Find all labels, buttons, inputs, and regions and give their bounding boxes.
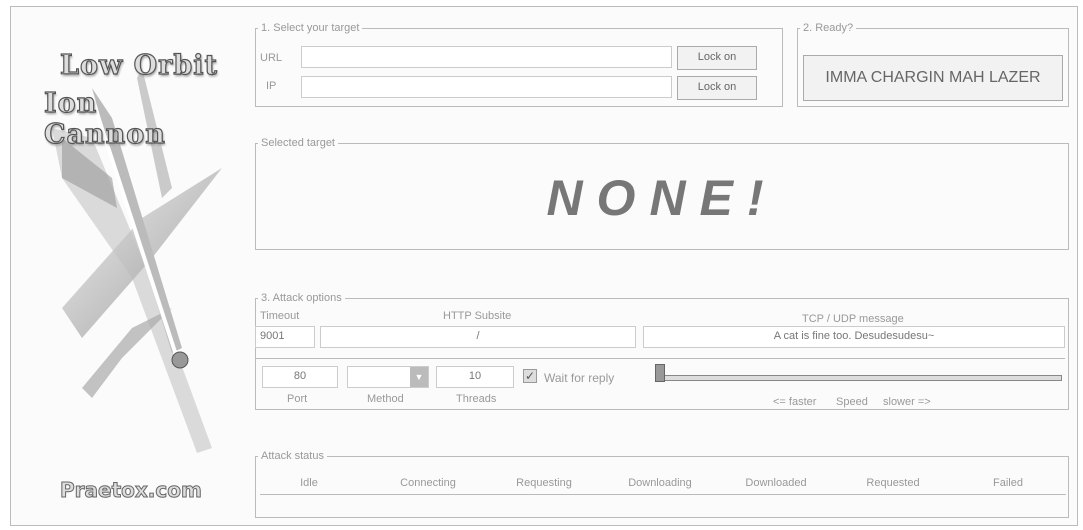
status-col-idle: Idle (300, 477, 318, 489)
status-col-connecting: Connecting (400, 477, 456, 489)
ip-input[interactable] (301, 76, 672, 98)
ready-legend: 2. Ready? (803, 22, 854, 34)
lock-on-ip-button[interactable]: Lock on (677, 76, 757, 100)
url-input[interactable] (301, 46, 672, 68)
speed-label: Speed (836, 396, 868, 408)
method-select[interactable]: ▼ (347, 366, 429, 388)
logo-title-line2: Ion Cannon (43, 87, 166, 150)
chevron-down-icon[interactable]: ▼ (410, 367, 428, 387)
attack-options-legend: 3. Attack options (261, 292, 342, 304)
port-input[interactable]: 80 (262, 366, 338, 388)
status-col-downloaded: Downloaded (745, 477, 807, 489)
status-col-downloading: Downloading (628, 477, 692, 489)
fire-button[interactable]: IMMA CHARGIN MAH LAZER (803, 55, 1063, 101)
selected-target-value: NONE! (546, 170, 778, 226)
lock-on-url-button[interactable]: Lock on (677, 46, 757, 70)
speed-slider[interactable] (655, 375, 1062, 381)
threads-input[interactable]: 10 (436, 366, 514, 388)
speed-slider-thumb[interactable] (655, 364, 665, 382)
message-input[interactable]: A cat is fine too. Desudesudesu~ (643, 326, 1065, 348)
url-label: URL (260, 52, 283, 64)
timeout-label: Timeout (260, 310, 300, 322)
http-subsite-label: HTTP Subsite (443, 310, 512, 322)
website-label: Praetox.com (60, 478, 203, 503)
status-divider (260, 494, 1066, 495)
target-legend: 1. Select your target (261, 22, 360, 34)
attack-status-legend: Attack status (261, 450, 324, 462)
status-col-failed: Failed (993, 477, 1023, 489)
sidebar: Low Orbit Ion Cannon Praetox.com (22, 8, 227, 523)
wait-for-reply-label: Wait for reply (544, 371, 615, 385)
port-label: Port (287, 393, 308, 405)
ip-label: IP (266, 80, 277, 92)
method-label: Method (367, 393, 404, 405)
speed-faster-label: <= faster (773, 396, 817, 408)
logo-title-line1: Low Orbit (59, 49, 218, 81)
threads-label: Threads (456, 393, 497, 405)
wait-for-reply-checkbox[interactable]: ✓ (523, 369, 537, 383)
message-label: TCP / UDP message (802, 313, 904, 325)
speed-slower-label: slower => (883, 396, 931, 408)
options-divider (255, 358, 1065, 359)
selected-target-group: Selected target NONE! (255, 137, 1069, 250)
status-col-requested: Requested (866, 477, 920, 489)
selected-target-legend: Selected target (261, 137, 335, 149)
status-col-requesting: Requesting (516, 477, 572, 489)
http-subsite-input[interactable]: / (320, 326, 636, 348)
timeout-input[interactable]: 9001 (255, 326, 315, 348)
